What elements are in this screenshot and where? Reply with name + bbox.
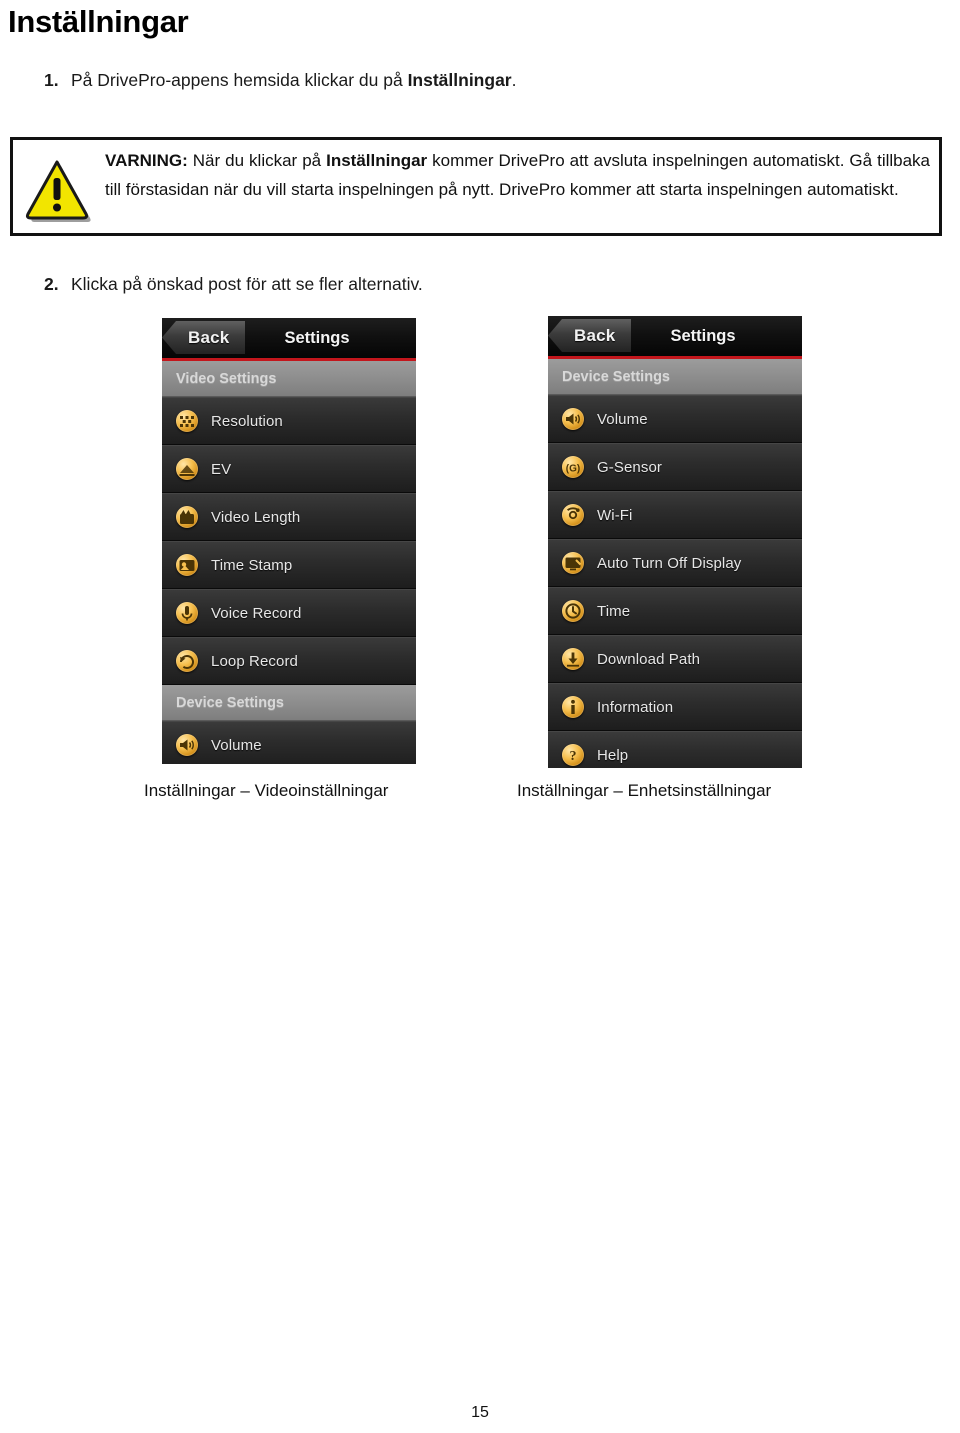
section-header-label: Device Settings bbox=[176, 695, 284, 711]
app-header-right: Back Settings bbox=[548, 316, 802, 359]
list-item[interactable]: Voice Record bbox=[162, 589, 416, 637]
app-title-left: Settings bbox=[284, 329, 350, 347]
list-item[interactable]: Resolution bbox=[162, 397, 416, 445]
step-1-text: På DrivePro-appens hemsida klickar du på… bbox=[71, 70, 517, 90]
list-item[interactable]: Video Length bbox=[162, 493, 416, 541]
warning-box: VARNING: När du klickar på Inställningar… bbox=[10, 137, 942, 236]
warning-text: VARNING: När du klickar på Inställningar… bbox=[105, 151, 931, 199]
section-header-label: Video Settings bbox=[176, 371, 277, 387]
step-1: 1. På DrivePro-appens hemsida klickar du… bbox=[44, 68, 516, 92]
list-item-label: Information bbox=[597, 698, 674, 716]
svg-text:?: ? bbox=[570, 749, 577, 764]
step-2-number: 2. bbox=[44, 274, 59, 294]
screenshot-video-settings: Back Settings Video Settings Resolution EV… bbox=[162, 318, 416, 764]
list-item[interactable]: Download Path bbox=[548, 635, 802, 683]
list-item[interactable]: Time bbox=[548, 587, 802, 635]
warning-triangle-icon bbox=[23, 158, 95, 224]
video-length-icon bbox=[176, 506, 198, 528]
clock-icon bbox=[562, 600, 584, 622]
g-sensor-icon: (G) bbox=[562, 456, 584, 478]
step-2: 2. Klicka på önskad post för att se fler… bbox=[44, 272, 423, 296]
list-item[interactable]: Volume bbox=[162, 721, 416, 764]
volume-icon bbox=[176, 734, 198, 756]
list-item[interactable]: ? Help bbox=[548, 731, 802, 768]
section-header-label: Device Settings bbox=[562, 369, 670, 385]
app-header-left: Back Settings bbox=[162, 318, 416, 361]
settings-list-left: Video Settings Resolution EV Video Length Ti… bbox=[162, 361, 416, 764]
list-item-label: Time Stamp bbox=[211, 556, 293, 574]
settings-list-right: Device Settings Volume (G) G-Sensor Wi-Fi Aut… bbox=[548, 359, 802, 768]
volume-icon bbox=[562, 408, 584, 430]
list-item-label: Download Path bbox=[597, 650, 701, 668]
list-item-label: G-Sensor bbox=[597, 458, 662, 476]
download-icon bbox=[562, 648, 584, 670]
page-title: Inställningar bbox=[8, 4, 189, 39]
caption-left: Inställningar – Videoinställningar bbox=[144, 781, 389, 800]
caption-right: Inställningar – Enhetsinställningar bbox=[517, 781, 772, 800]
screenshot-device-settings: Back Settings Device Settings Volume (G) G-… bbox=[548, 316, 802, 768]
section-header: Video Settings bbox=[162, 361, 416, 397]
list-item[interactable]: Auto Turn Off Display bbox=[548, 539, 802, 587]
list-item-label: Wi-Fi bbox=[597, 506, 633, 524]
ev-icon bbox=[176, 458, 198, 480]
svg-text:(G): (G) bbox=[566, 464, 580, 475]
list-item-label: Volume bbox=[597, 410, 648, 428]
list-item-label: Resolution bbox=[211, 412, 283, 430]
section-header: Device Settings bbox=[548, 359, 802, 395]
list-item[interactable]: (G) G-Sensor bbox=[548, 443, 802, 491]
step-2-text: Klicka på önskad post för att se fler al… bbox=[71, 274, 423, 294]
list-item-label: EV bbox=[211, 460, 232, 478]
list-item[interactable]: Loop Record bbox=[162, 637, 416, 685]
time-stamp-icon bbox=[176, 554, 198, 576]
list-item-label: Help bbox=[597, 746, 629, 764]
list-item-label: Voice Record bbox=[211, 604, 302, 622]
app-title-right: Settings bbox=[670, 327, 736, 345]
step-1-number: 1. bbox=[44, 70, 59, 90]
warning-label: VARNING: bbox=[105, 151, 188, 170]
list-item-label: Video Length bbox=[211, 508, 301, 526]
auto-turn-off-display-icon bbox=[562, 552, 584, 574]
section-header: Device Settings bbox=[162, 685, 416, 721]
loop-record-icon bbox=[176, 650, 198, 672]
list-item-label: Loop Record bbox=[211, 652, 298, 670]
list-item-label: Auto Turn Off Display bbox=[597, 554, 742, 572]
list-item[interactable]: EV bbox=[162, 445, 416, 493]
list-item[interactable]: Information bbox=[548, 683, 802, 731]
list-item-label: Time bbox=[597, 602, 631, 620]
list-item[interactable]: Volume bbox=[548, 395, 802, 443]
list-item[interactable]: Time Stamp bbox=[162, 541, 416, 589]
list-item[interactable]: Wi-Fi bbox=[548, 491, 802, 539]
list-item-label: Volume bbox=[211, 736, 262, 754]
page-number: 15 bbox=[471, 1404, 489, 1421]
resolution-icon bbox=[176, 410, 198, 432]
voice-record-icon bbox=[176, 602, 198, 624]
wifi-icon bbox=[562, 504, 584, 526]
help-icon: ? bbox=[562, 744, 584, 766]
info-icon bbox=[562, 696, 584, 718]
